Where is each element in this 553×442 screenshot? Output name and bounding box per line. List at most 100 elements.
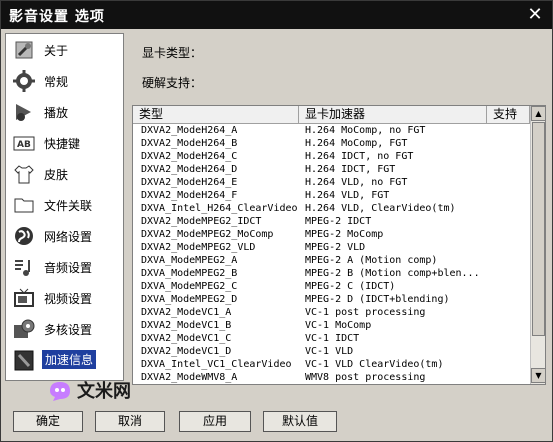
sidebar-item-about[interactable]: 关于 xyxy=(6,34,123,65)
sidebar-item-general[interactable]: 常规 xyxy=(6,65,123,96)
sidebar-item-network[interactable]: 网络设置 xyxy=(6,220,123,251)
row-type: DXVA2_ModeH264_E xyxy=(141,177,238,188)
options-sidebar: 关于 常规 播放 AB 快捷键 皮肤 文件关联 网络设置 音频设置 视频设置 多… xyxy=(5,33,124,381)
table-row[interactable]: DXVA2_ModeMPEG2_IDCT MPEG-2 IDCT xyxy=(133,215,530,228)
row-accelerator: H.264 MoComp, no FGT xyxy=(305,125,426,136)
row-accelerator: MPEG-2 MoComp xyxy=(305,229,384,240)
row-accelerator: H.264 IDCT, FGT xyxy=(305,164,396,175)
sidebar-item-video[interactable]: 视频设置 xyxy=(6,282,123,313)
row-accelerator: MPEG-2 A (Motion comp) xyxy=(305,255,438,266)
row-type: DXVA2_ModeMPEG2_VLD xyxy=(141,242,256,253)
keyboard-ab-icon: AB xyxy=(12,131,36,155)
sidebar-item-label: 视频设置 xyxy=(44,292,93,306)
table-row[interactable]: DXVA2_ModeH264_E H.264 VLD, no FGT xyxy=(133,176,530,189)
sidebar-item-playback[interactable]: 播放 xyxy=(6,96,123,127)
table-row[interactable]: DXVA2_ModeH264_C H.264 IDCT, no FGT xyxy=(133,150,530,163)
row-type: DXVA2_ModeVC1_B xyxy=(141,320,232,331)
table-row[interactable]: DXVA_Intel_H264_ClearVideo H.264 VLD, Cle… xyxy=(133,202,530,215)
close-icon[interactable]: ✕ xyxy=(524,4,546,26)
table-row[interactable]: DXVA2_ModeMPEG2_VLD MPEG-2 VLD xyxy=(133,241,530,254)
row-accelerator: MPEG-2 B (Motion comp+blen... xyxy=(305,268,480,279)
gear-icon xyxy=(12,69,36,93)
row-type: DXVA2_ModeWMV8_A xyxy=(141,372,238,383)
row-accelerator: VC-1 VLD ClearVideo(tm) xyxy=(305,359,444,370)
row-type: DXVA2_ModeVC1_C xyxy=(141,333,232,344)
sidebar-item-label: 加速信息 xyxy=(42,350,97,369)
table-rows: DXVA2_ModeH264_A H.264 MoComp, no FGT DXV… xyxy=(133,124,530,384)
column-header-support[interactable]: 支持 xyxy=(487,106,530,123)
sidebar-item-multicore[interactable]: 多核设置 xyxy=(6,313,123,344)
table-row[interactable]: DXVA2_ModeH264_F H.264 VLD, FGT xyxy=(133,189,530,202)
row-accelerator: MPEG-2 D (IDCT+blending) xyxy=(305,294,450,305)
cancel-button[interactable]: 取消 xyxy=(95,411,165,432)
table-row[interactable]: DXVA_ModeMPEG2_B MPEG-2 B (Motion comp+bl… xyxy=(133,267,530,280)
row-accelerator: H.264 MoComp, FGT xyxy=(305,138,408,149)
row-accelerator: MPEG-2 VLD xyxy=(305,242,366,253)
sidebar-item-label: 音频设置 xyxy=(44,261,93,275)
row-accelerator: VC-1 MoComp xyxy=(305,320,372,331)
default-button[interactable]: 默认值 xyxy=(263,411,337,432)
sidebar-item-label: 多核设置 xyxy=(44,323,93,337)
sidebar-item-audio[interactable]: 音频设置 xyxy=(6,251,123,282)
sidebar-item-label: 播放 xyxy=(44,106,69,120)
row-accelerator: WMV8 post processing xyxy=(305,372,426,383)
table-row[interactable]: DXVA2_ModeMPEG2_MoComp MPEG-2 MoComp xyxy=(133,228,530,241)
title-bar[interactable]: 影音设置 选项 ✕ xyxy=(1,1,552,29)
row-accelerator: MPEG-2 IDCT xyxy=(305,216,372,227)
row-type: DXVA2_ModeVC1_D xyxy=(141,346,232,357)
sidebar-item-label: 网络设置 xyxy=(44,230,93,244)
row-accelerator: H.264 VLD, ClearVideo(tm) xyxy=(305,203,456,214)
table-row[interactable]: DXVA_ModeMPEG2_C MPEG-2 C (IDCT) xyxy=(133,280,530,293)
table-row[interactable]: DXVA_ModeMPEG2_D MPEG-2 D (IDCT+blending) xyxy=(133,293,530,306)
row-type: DXVA2_ModeMPEG2_IDCT xyxy=(141,216,262,227)
column-header-accelerator[interactable]: 显卡加速器 xyxy=(299,106,487,123)
globe-icon xyxy=(12,224,36,248)
tv-icon xyxy=(12,286,36,310)
table-row[interactable]: DXVA_ModeMPEG2_A MPEG-2 A (Motion comp) xyxy=(133,254,530,267)
row-type: DXVA_ModeMPEG2_C xyxy=(141,281,238,292)
svg-text:AB: AB xyxy=(17,140,31,150)
table-row[interactable]: DXVA2_ModeVC1_C VC-1 IDCT xyxy=(133,332,530,345)
folder-icon xyxy=(12,193,36,217)
row-type: DXVA2_ModeH264_B xyxy=(141,138,238,149)
scroll-down-icon[interactable]: ▼ xyxy=(531,368,545,383)
watermark: 文米网 xyxy=(47,377,147,407)
table-row[interactable]: DXVA2_ModeVC1_D VC-1 VLD xyxy=(133,345,530,358)
row-accelerator: H.264 IDCT, no FGT xyxy=(305,151,414,162)
sidebar-item-hotkeys[interactable]: AB 快捷键 xyxy=(6,127,123,158)
vertical-scrollbar[interactable]: ▲ ▼ xyxy=(530,106,545,384)
sidebar-item-skin[interactable]: 皮肤 xyxy=(6,158,123,189)
table-row[interactable]: DXVA2_ModeH264_B H.264 MoComp, FGT xyxy=(133,137,530,150)
wrench-icon xyxy=(12,38,36,62)
row-type: DXVA2_ModeH264_F xyxy=(141,190,238,201)
table-row[interactable]: DXVA2_ModeVC1_A VC-1 post processing xyxy=(133,306,530,319)
table-row[interactable]: DXVA2_ModeWMV8_A WMV8 post processing xyxy=(133,371,530,384)
table-row[interactable]: DXVA2_ModeH264_D H.264 IDCT, FGT xyxy=(133,163,530,176)
cpu-gear-icon xyxy=(12,317,36,341)
scroll-up-icon[interactable]: ▲ xyxy=(531,106,545,121)
table-row[interactable]: DXVA2_ModeH264_A H.264 MoComp, no FGT xyxy=(133,124,530,137)
sidebar-item-file-association[interactable]: 文件关联 xyxy=(6,189,123,220)
row-accelerator: H.264 VLD, no FGT xyxy=(305,177,408,188)
row-type: DXVA2_ModeH264_D xyxy=(141,164,238,175)
column-header-type[interactable]: 类型 xyxy=(133,106,299,123)
row-type: DXVA_ModeMPEG2_A xyxy=(141,255,238,266)
watermark-text: 文米网 xyxy=(77,381,131,402)
row-accelerator: VC-1 IDCT xyxy=(305,333,360,344)
ok-button[interactable]: 确定 xyxy=(13,411,83,432)
sidebar-item-acceleration-info[interactable]: 加速信息 xyxy=(6,344,123,375)
scrollbar-thumb[interactable] xyxy=(532,122,545,336)
table-row[interactable]: DXVA_Intel_VC1_ClearVideo VC-1 VLD ClearV… xyxy=(133,358,530,371)
row-type: DXVA2_ModeH264_A xyxy=(141,125,238,136)
row-accelerator: H.264 VLD, FGT xyxy=(305,190,390,201)
window-title: 影音设置 选项 xyxy=(9,9,105,25)
acceleration-table[interactable]: 类型 显卡加速器 支持 DXVA2_ModeH264_A H.264 MoComp… xyxy=(132,105,546,385)
music-note-icon xyxy=(12,255,36,279)
row-type: DXVA_ModeMPEG2_B xyxy=(141,268,238,279)
apply-button[interactable]: 应用 xyxy=(179,411,251,432)
table-row[interactable]: DXVA2_ModeVC1_B VC-1 MoComp xyxy=(133,319,530,332)
card-icon xyxy=(12,348,36,372)
sidebar-item-label: 常规 xyxy=(44,75,69,89)
sidebar-item-label: 快捷键 xyxy=(44,137,81,151)
table-header: 类型 显卡加速器 支持 xyxy=(133,106,530,124)
